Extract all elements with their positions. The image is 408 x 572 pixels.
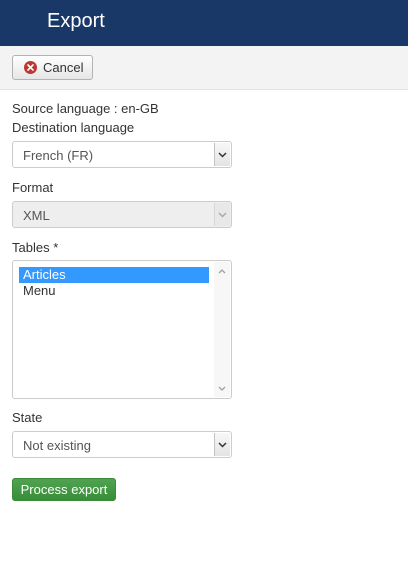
- format-select: XML: [12, 201, 232, 228]
- cancel-button[interactable]: Cancel: [12, 55, 93, 80]
- state-label: State: [12, 410, 43, 425]
- cancel-button-label: Cancel: [43, 60, 84, 75]
- format-label: Format: [12, 180, 54, 195]
- chevron-down-icon: [214, 203, 230, 226]
- page-title: Export: [47, 10, 105, 32]
- chevron-down-icon[interactable]: [214, 433, 230, 456]
- source-language-text: Source language : en-GB: [12, 101, 159, 116]
- list-item-menu[interactable]: Menu: [19, 283, 209, 299]
- chevron-down-icon[interactable]: [214, 143, 230, 166]
- state-value: Not existing: [23, 438, 91, 453]
- destination-language-select[interactable]: French (FR): [12, 141, 232, 168]
- tables-listbox[interactable]: Articles Menu: [12, 260, 232, 399]
- chevron-down-icon[interactable]: [214, 381, 230, 395]
- tables-scrollbar[interactable]: [214, 262, 230, 397]
- state-select[interactable]: Not existing: [12, 431, 232, 458]
- destination-language-value: French (FR): [23, 148, 94, 163]
- chevron-up-icon[interactable]: [214, 264, 230, 278]
- toolbar: Cancel: [0, 46, 408, 90]
- tables-label: Tables *: [12, 240, 59, 255]
- format-value: XML: [23, 208, 50, 223]
- page-header: Export: [0, 0, 408, 46]
- process-export-button[interactable]: Process export: [12, 478, 116, 501]
- times-circle-icon: [24, 61, 37, 74]
- destination-language-label: Destination language: [12, 120, 135, 135]
- list-item-articles[interactable]: Articles: [19, 267, 209, 283]
